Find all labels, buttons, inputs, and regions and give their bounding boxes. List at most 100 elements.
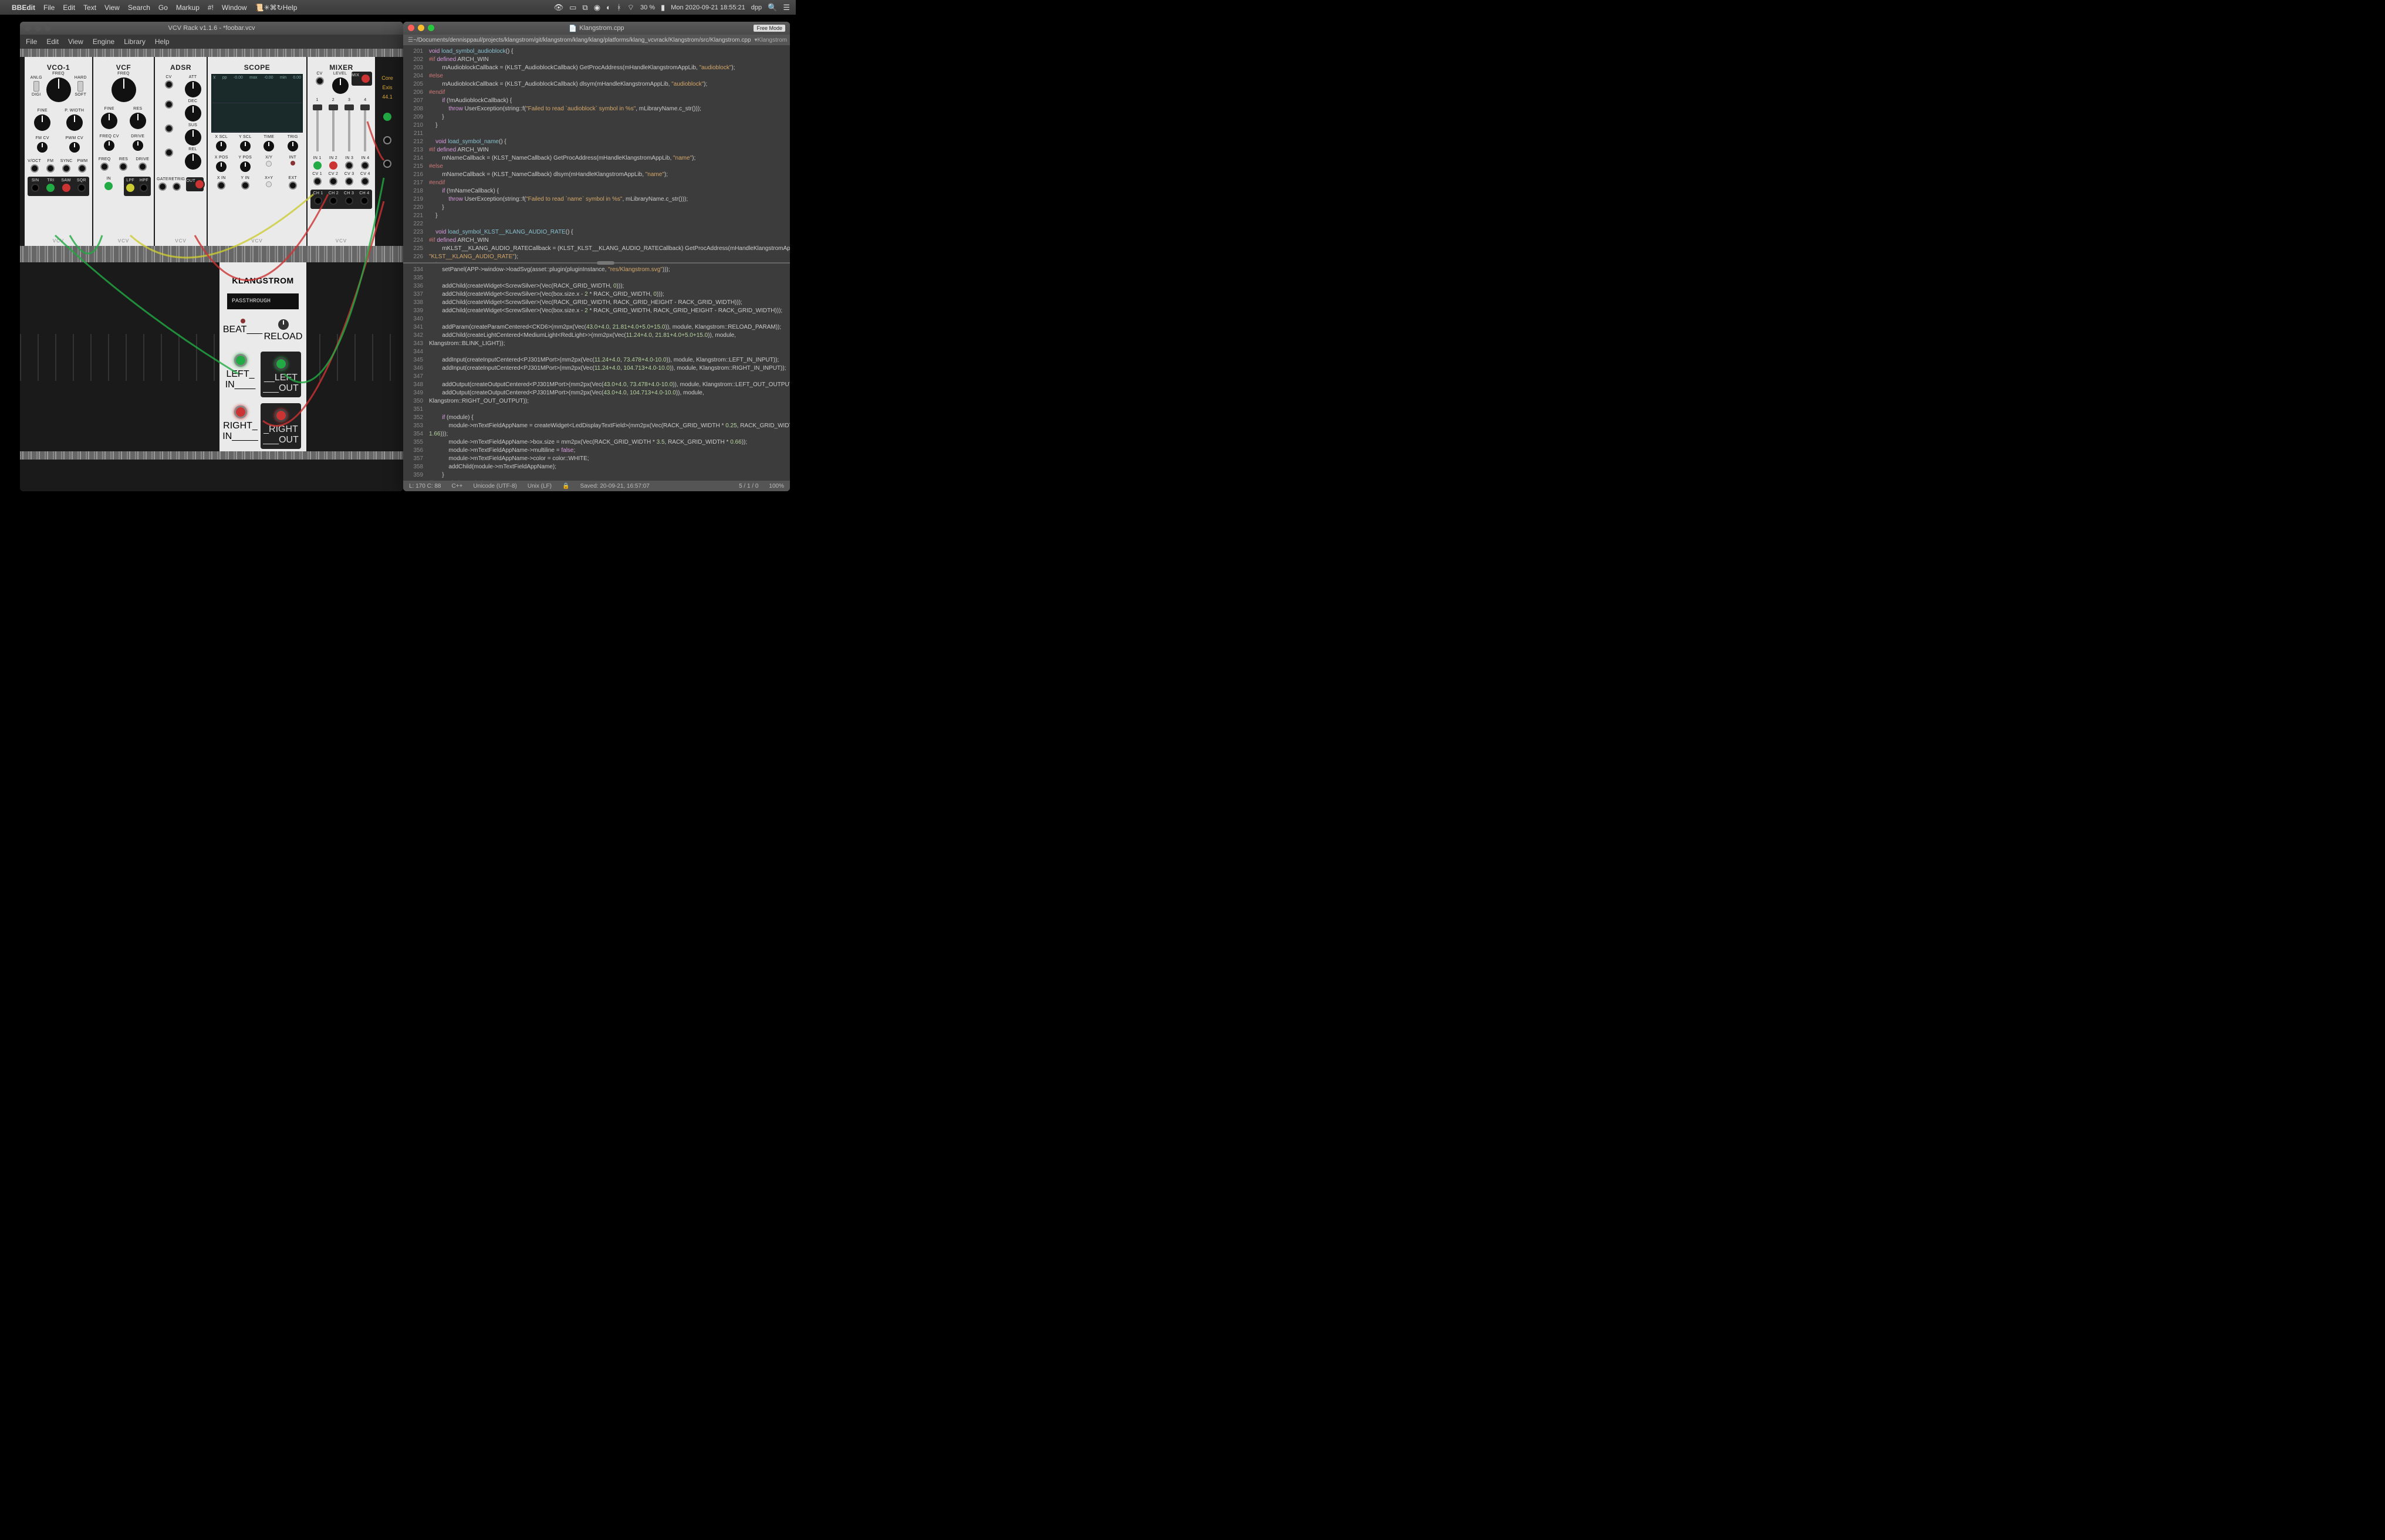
cv4-port[interactable] [361,177,369,185]
cmd-icon[interactable]: ⌘ [270,4,277,12]
line-gutter-top[interactable]: 2012022032042052062072082092102112122132… [403,45,427,262]
res-knob[interactable] [130,113,146,129]
fine-knob[interactable] [34,114,50,131]
yin-port[interactable] [241,181,249,190]
right-out-port[interactable] [275,409,288,422]
lpf-out-port[interactable] [126,184,134,192]
left-in-port[interactable] [234,354,247,367]
menu-window[interactable]: Window [222,4,247,12]
code-pane-bottom[interactable]: setPanel(APP->window->loadSvg(asset::plu… [427,264,790,481]
in3-port[interactable] [345,161,353,170]
ch1-out-port[interactable] [314,197,322,205]
hpf-out-port[interactable] [140,184,148,192]
close-icon[interactable] [408,25,414,31]
menu-help[interactable]: Help [283,4,298,12]
cv3-port[interactable] [345,177,353,185]
voct-port[interactable] [31,164,39,173]
slider-1[interactable] [316,104,319,151]
module-klangstrom[interactable]: KLANGSTROM PASSTHROUGH BEAT___ RELOAD LE… [219,262,306,451]
sus-cv-port[interactable] [165,124,173,133]
split-handle[interactable] [403,262,790,264]
gate-port[interactable] [158,183,167,191]
menu-text[interactable]: Text [83,4,96,12]
time-knob[interactable] [264,141,274,151]
in4-port[interactable] [361,161,369,170]
backup-icon[interactable]: ◐ [606,3,611,12]
vcv-menu-library[interactable]: Library [124,38,146,46]
vcv-menu-engine[interactable]: Engine [93,38,114,46]
line-endings-popup[interactable]: Unix (LF) [528,483,552,489]
reload-button[interactable] [278,319,289,330]
drive-cv-port[interactable] [138,163,147,171]
sin-out-port[interactable] [31,184,39,192]
vcv-titlebar[interactable]: VCV Rack v1.1.6 - *foobar.vcv [20,22,403,35]
pwmcv-knob[interactable] [69,142,80,153]
ext-port[interactable] [289,181,297,190]
module-vco1[interactable]: VCO-1 FREQ ANLGDIGI HARDSOFT FINE P. WID… [25,57,92,246]
freqcv-knob[interactable] [104,140,114,151]
xscl-knob[interactable] [216,141,227,151]
code-pane-top[interactable]: void load_symbol_audioblock() { #if defi… [427,45,790,262]
dec-cv-port[interactable] [165,100,173,109]
minimize-icon[interactable] [35,25,41,31]
control-center-icon[interactable]: ☰ [783,3,790,12]
pwm-port[interactable] [78,164,86,173]
vcv-menu-help[interactable]: Help [155,38,170,46]
in2-port[interactable] [329,161,337,170]
free-mode-badge[interactable]: Free Mode [754,25,785,32]
level-cv-port[interactable] [316,77,324,85]
xy-button[interactable] [266,161,272,167]
slider-4[interactable] [364,104,366,151]
module-adsr[interactable]: ADSR CVATT DEC SUS REL GATE RETRIG OUT V… [155,57,207,246]
mix-out-port[interactable] [362,75,370,83]
module-core-audio[interactable]: Core Exis 44.1 [376,57,398,246]
core-port-3[interactable] [383,160,391,168]
menu-shebang[interactable]: #! [208,4,214,12]
drive-knob[interactable] [133,140,143,151]
refresh-icon[interactable]: ↻ [277,4,283,12]
spotlight-icon[interactable]: 🔍 [768,3,777,12]
adsr-out-port[interactable] [195,180,204,188]
dec-knob[interactable] [185,105,201,121]
ch2-out-port[interactable] [329,197,337,205]
module-scope[interactable]: SCOPE Xpp-0.00max-0.00min0.00 Ypp-0.00ma… [208,57,306,246]
zoom-level[interactable]: 100% [769,483,784,489]
cv2-port[interactable] [329,177,337,185]
menu-edit[interactable]: Edit [63,4,75,12]
zoom-icon[interactable] [428,25,434,31]
fine-knob[interactable] [101,113,117,129]
hard-soft-switch[interactable] [77,81,83,92]
menu-search[interactable]: Search [128,4,150,12]
wifi-icon[interactable]: ⌔ [627,3,634,12]
freq-knob[interactable] [46,77,71,102]
fmcv-knob[interactable] [37,142,48,153]
freq-cv-port[interactable] [100,163,109,171]
fm-port[interactable] [46,164,55,173]
att-cv-port[interactable] [165,80,173,89]
line-gutter-bottom[interactable]: 3343353363373383393403413423433443453463… [403,264,427,481]
core-port-2[interactable] [383,136,391,144]
slider-2[interactable] [332,104,335,151]
left-out-port[interactable] [275,357,288,370]
vcv-rack-area[interactable]: VCO-1 FREQ ANLGDIGI HARDSOFT FINE P. WID… [20,49,403,491]
ypos-knob[interactable] [240,161,251,172]
sync-port[interactable] [62,164,70,173]
rel-cv-port[interactable] [165,148,173,157]
ch3-out-port[interactable] [345,197,353,205]
yscl-knob[interactable] [240,141,251,151]
zoom-icon[interactable] [45,25,51,31]
slider-3[interactable] [348,104,350,151]
menu-file[interactable]: File [43,4,55,12]
lock-icon[interactable]: 🔒 [562,483,569,489]
bbedit-titlebar[interactable]: 📄 Klangstrom.cpp Free Mode [403,22,790,35]
level-knob[interactable] [332,77,349,94]
bbedit-pathbar[interactable]: ☰ ~/Documents/dennisppaul/projects/klang… [403,35,790,45]
asterisk-icon[interactable]: ✳︎ [264,4,270,12]
sidebar-toggle-icon[interactable]: ☰ [408,37,413,43]
tri-out-port[interactable] [46,184,55,192]
core-port-1[interactable] [383,113,391,121]
saw-out-port[interactable] [62,184,70,192]
rel-knob[interactable] [185,153,201,170]
res-cv-port[interactable] [119,163,127,171]
module-mixer[interactable]: MIXER CV LEVEL MIX 1 2 3 4 IN 1 IN 2 IN … [308,57,375,246]
